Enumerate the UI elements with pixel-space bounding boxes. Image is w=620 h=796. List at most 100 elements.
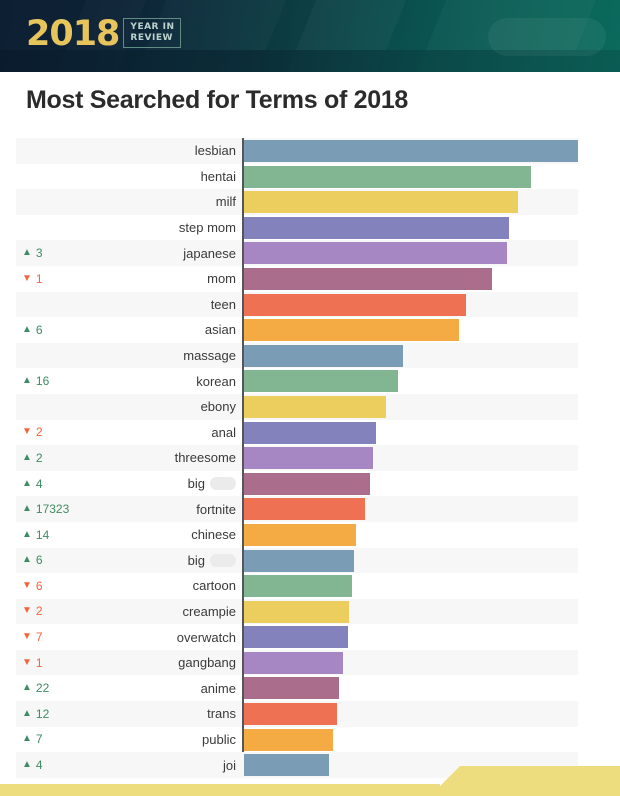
search-term-label: creampie [60,604,236,619]
search-term-label: threesome [60,450,236,465]
chart-bar [244,728,333,751]
search-term-text: big [187,476,205,492]
search-term-label: big [60,476,236,491]
footer-bar-left [0,784,440,796]
rank-change-value: 6 [35,578,43,593]
chart-bar [244,754,329,777]
rank-change-value: 4 [35,476,43,491]
search-term-label: anal [60,425,236,440]
chart-row: massage [0,342,620,369]
chart-bar [244,421,376,444]
search-term-label: hentai [60,169,236,184]
chart-row: ▼ 2 creampie [0,598,620,625]
search-term-text: joi [222,757,236,773]
search-term-text: lesbian [194,143,236,159]
logo-badge-line-2: REVIEW [130,33,173,43]
search-term-text: japanese [183,245,236,261]
chart-bar [244,165,532,188]
chart-rows: lesbian hentai milf step mom ▲ 3 japanese ▼ 1 mom… [0,138,620,778]
search-term-label: big [60,553,236,568]
chart-bar [244,600,349,623]
search-term-text: anal [211,424,236,440]
chart-row: ▼ 7 overwatch [0,624,620,650]
search-term-text: teen [210,296,236,312]
search-term-label: step mom [60,220,236,235]
search-term-label: teen [60,297,236,312]
rank-change-value: 2 [35,604,43,619]
chart-bar [244,267,493,290]
header-pill-decoration [488,18,606,56]
logo-badge-line-1: YEAR IN [130,22,175,32]
search-term-label: massage [60,348,236,363]
chart-row: hentai [0,163,620,190]
chart-row: ▲ 14 chinese [0,521,620,548]
chart-row: ▲ 7 public [0,726,620,753]
chart-row: lesbian [0,138,620,164]
chart-row: ▲ 12 trans [0,701,620,727]
chart-bar [244,395,386,418]
logo-badge: YEAR IN REVIEW [123,18,181,48]
search-term-text: chinese [191,527,236,543]
search-term-label: korean [60,374,236,389]
chart-row: ▲ 4 big [0,470,620,497]
search-term-label: joi [60,758,236,773]
triangle-up-icon: ▲ [22,375,32,387]
search-term-text: overwatch [176,629,236,645]
chart-bar [244,191,518,214]
search-term-text: hentai [200,168,236,184]
chart-row: ▲ 17323 fortnite [0,496,620,522]
chart-bar [244,319,460,342]
search-term-text: creampie [182,603,236,619]
search-term-label: overwatch [60,630,236,645]
chart-row: ▼ 1 mom [0,265,620,292]
triangle-up-icon: ▲ [22,733,32,745]
triangle-up-icon: ▲ [22,759,32,771]
triangle-up-icon: ▲ [22,451,32,463]
chart-row: ▲ 6 big [0,547,620,574]
triangle-up-icon: ▲ [22,554,32,566]
search-term-label: milf [60,194,236,209]
search-term-text: step mom [178,220,236,236]
censored-word-icon [210,477,236,491]
chart-bar [244,677,339,700]
rank-change-value: 14 [35,527,50,542]
rank-change-value: 12 [35,706,50,721]
search-term-text: milf [215,194,236,210]
chart-row: teen [0,291,620,318]
chart-bar [244,651,343,674]
chart-row: ▲ 6 asian [0,317,620,343]
chart-bar [244,549,354,572]
rank-change-value: 4 [35,758,43,773]
search-term-text: massage [183,348,236,364]
chart-bar [244,626,348,649]
search-term-label: cartoon [60,578,236,593]
chart-row: ▼ 2 anal [0,419,620,446]
rank-change-value: 7 [35,630,43,645]
triangle-down-icon: ▼ [22,605,32,617]
footer-bar-right [430,766,620,796]
chart-row: step mom [0,214,620,241]
chart-row: milf [0,189,620,215]
chart-bar [244,498,366,521]
page-title: Most Searched for Terms of 2018 [26,86,409,114]
triangle-up-icon: ▲ [22,477,32,489]
rank-change-value: 16 [35,374,50,389]
rank-change-value: 22 [35,681,50,696]
search-term-text: trans [207,706,236,722]
search-term-label: anime [60,681,236,696]
rank-change-value: 7 [35,732,43,747]
chart-bar [244,523,356,546]
chart-row: ▼ 1 gangbang [0,649,620,676]
search-term-text: big [187,552,205,568]
chart-bar [244,140,578,162]
triangle-down-icon: ▼ [22,272,32,284]
search-term-text: korean [196,373,236,389]
triangle-up-icon: ▲ [22,707,32,719]
triangle-down-icon: ▼ [22,426,32,438]
search-term-label: mom [60,271,236,286]
page-header: 2018 YEAR IN REVIEW [0,0,620,72]
search-term-label: ebony [60,399,236,414]
triangle-up-icon: ▲ [22,247,32,259]
chart-row: ebony [0,393,620,420]
triangle-up-icon: ▲ [22,323,32,335]
